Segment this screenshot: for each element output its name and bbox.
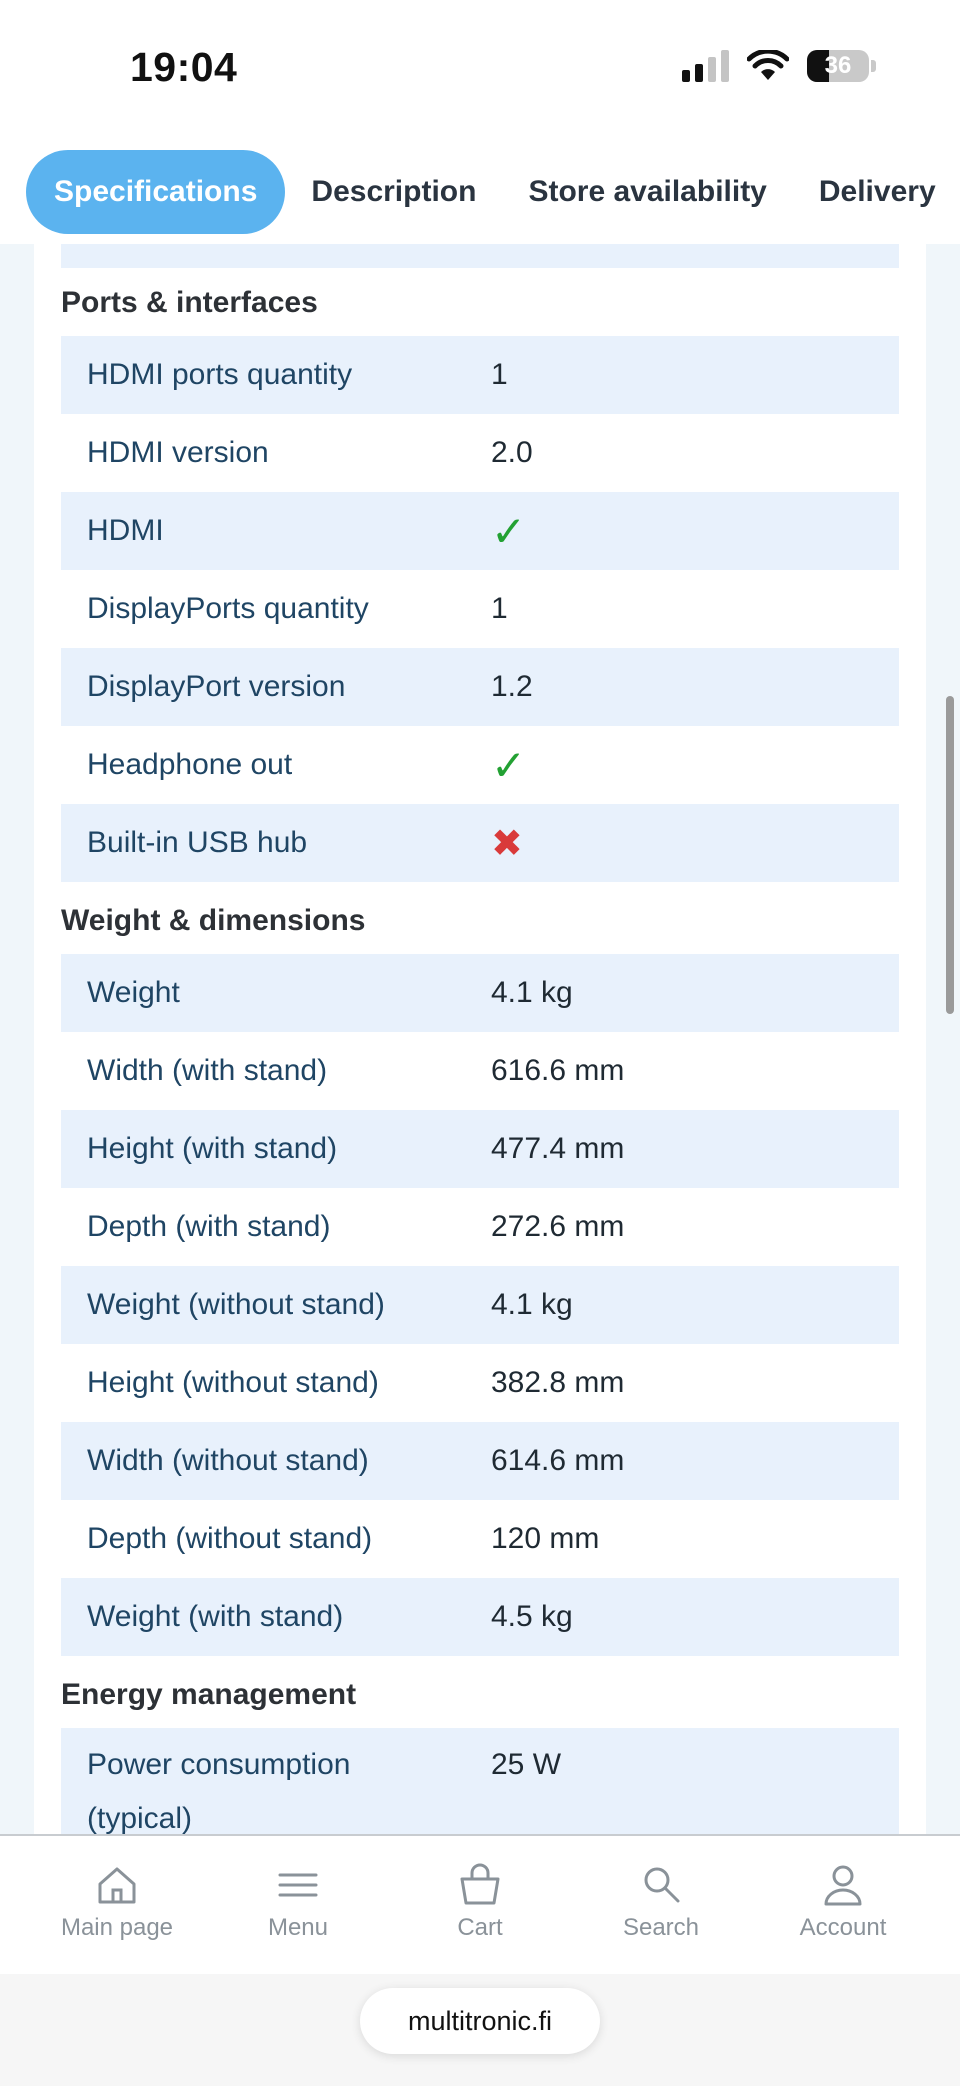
search-icon — [644, 1867, 680, 1903]
battery-level: 36 — [824, 52, 852, 79]
status-time: 19:04 — [130, 44, 238, 90]
spec-label: HDMI version — [87, 436, 269, 469]
cart-icon — [460, 1863, 500, 1905]
spec-label: Power consumption — [87, 1748, 351, 1781]
check-icon: ✓ — [491, 741, 527, 789]
spec-row: Width (with stand) 616.6 mm — [61, 1032, 899, 1110]
spec-label: Depth (without stand) — [87, 1522, 373, 1555]
spec-row: Power consumption (typical) 25 W — [61, 1728, 899, 1834]
spec-row: Depth (with stand) 272.6 mm — [61, 1188, 899, 1266]
spec-label: HDMI — [87, 514, 164, 547]
nav-label: Menu — [267, 1914, 329, 1941]
nav-account[interactable]: Account — [758, 1862, 928, 1942]
nav-main-page[interactable]: Main page — [32, 1862, 202, 1942]
spec-label: Height (with stand) — [87, 1132, 338, 1165]
spec-value: 614.6 mm — [491, 1444, 625, 1477]
url-bar[interactable]: multitronic.fi — [360, 1988, 600, 2054]
spec-value: 477.4 mm — [491, 1132, 625, 1165]
nav-label: Main page — [60, 1914, 174, 1941]
spec-label: DisplayPorts quantity — [87, 592, 369, 625]
spec-row: HDMI ✓ — [61, 492, 899, 570]
spec-row: HDMI version 2.0 — [61, 414, 899, 492]
spec-value: 2.0 — [491, 436, 533, 469]
spec-label: Height (without stand) — [87, 1366, 379, 1399]
spec-row: Headphone out ✓ — [61, 726, 899, 804]
spec-row: DisplayPorts quantity 1 — [61, 570, 899, 648]
battery-icon: 36 — [807, 50, 869, 82]
bottom-navigation: Main page Menu Cart Search Account — [0, 1834, 960, 1974]
spec-value: 4.5 kg — [491, 1600, 573, 1633]
section-title-ports: Ports & interfaces — [61, 286, 318, 319]
spec-value: 1 — [491, 592, 508, 625]
spec-value: 4.1 kg — [491, 1288, 573, 1321]
cellular-signal-icon — [682, 50, 729, 82]
nav-menu[interactable]: Menu — [213, 1862, 383, 1942]
nav-label: Cart — [457, 1914, 503, 1941]
section-title-weight: Weight & dimensions — [61, 904, 366, 937]
nav-label: Account — [799, 1914, 887, 1941]
tab-store-availability[interactable]: Store availability — [502, 150, 792, 234]
spec-label: DisplayPort version — [87, 670, 346, 703]
spec-row: Height (with stand) 477.4 mm — [61, 1110, 899, 1188]
spec-label: Width (with stand) — [87, 1054, 328, 1087]
spec-row: DisplayPort version 1.2 — [61, 648, 899, 726]
spec-value: 4.1 kg — [491, 976, 573, 1009]
nav-label: Search — [622, 1914, 700, 1941]
scrollbar[interactable] — [946, 696, 954, 1014]
spec-row: Weight (without stand) 4.1 kg — [61, 1266, 899, 1344]
spec-row: Weight 4.1 kg — [61, 954, 899, 1032]
tab-specifications[interactable]: Specifications — [26, 150, 286, 234]
status-icons: 36 — [682, 50, 876, 82]
spec-value: 616.6 mm — [491, 1054, 625, 1087]
spec-row: HDMI ports quantity 1 — [61, 336, 899, 414]
menu-icon — [278, 1873, 318, 1897]
section-title-energy: Energy management — [61, 1678, 357, 1711]
spec-row: Width (without stand) 614.6 mm — [61, 1422, 899, 1500]
tab-delivery[interactable]: Delivery — [793, 150, 960, 234]
spec-value: 272.6 mm — [491, 1210, 625, 1243]
spec-value: 1.2 — [491, 670, 533, 703]
nav-cart[interactable]: Cart — [395, 1862, 565, 1942]
check-icon: ✓ — [491, 507, 527, 555]
tab-description[interactable]: Description — [285, 150, 502, 234]
home-icon — [98, 1867, 136, 1904]
spec-row: Height (without stand) 382.8 mm — [61, 1344, 899, 1422]
spec-label: Weight (with stand) — [87, 1600, 344, 1633]
spec-label: Width (without stand) — [87, 1444, 369, 1477]
spec-label-continued: (typical) — [87, 1802, 193, 1834]
product-tabs: Specifications Description Store availab… — [0, 140, 960, 244]
spec-row: Weight (with stand) 4.5 kg — [61, 1578, 899, 1656]
spec-row: Depth (without stand) 120 mm — [61, 1500, 899, 1578]
spec-row: Built-in USB hub ✖ — [61, 804, 899, 882]
spec-label: Weight (without stand) — [87, 1288, 385, 1321]
cross-icon: ✖ — [491, 822, 523, 865]
spec-row-cut — [61, 244, 899, 268]
spec-value: 1 — [491, 358, 508, 391]
nav-search[interactable]: Search — [576, 1862, 746, 1942]
spec-label: Built-in USB hub — [87, 826, 308, 859]
spec-value: 120 mm — [491, 1522, 600, 1555]
spec-label: Weight — [87, 976, 180, 1009]
spec-label: Depth (with stand) — [87, 1210, 331, 1243]
wifi-icon — [747, 50, 789, 80]
specifications-panel: Ports & interfaces HDMI ports quantity 1… — [34, 244, 926, 1834]
spec-label: Headphone out — [87, 748, 293, 781]
spec-value: 25 W — [491, 1748, 562, 1781]
spec-value: 382.8 mm — [491, 1366, 625, 1399]
user-icon — [824, 1865, 862, 1906]
status-bar: 19:04 36 — [0, 0, 960, 140]
spec-label: HDMI ports quantity — [87, 358, 353, 391]
